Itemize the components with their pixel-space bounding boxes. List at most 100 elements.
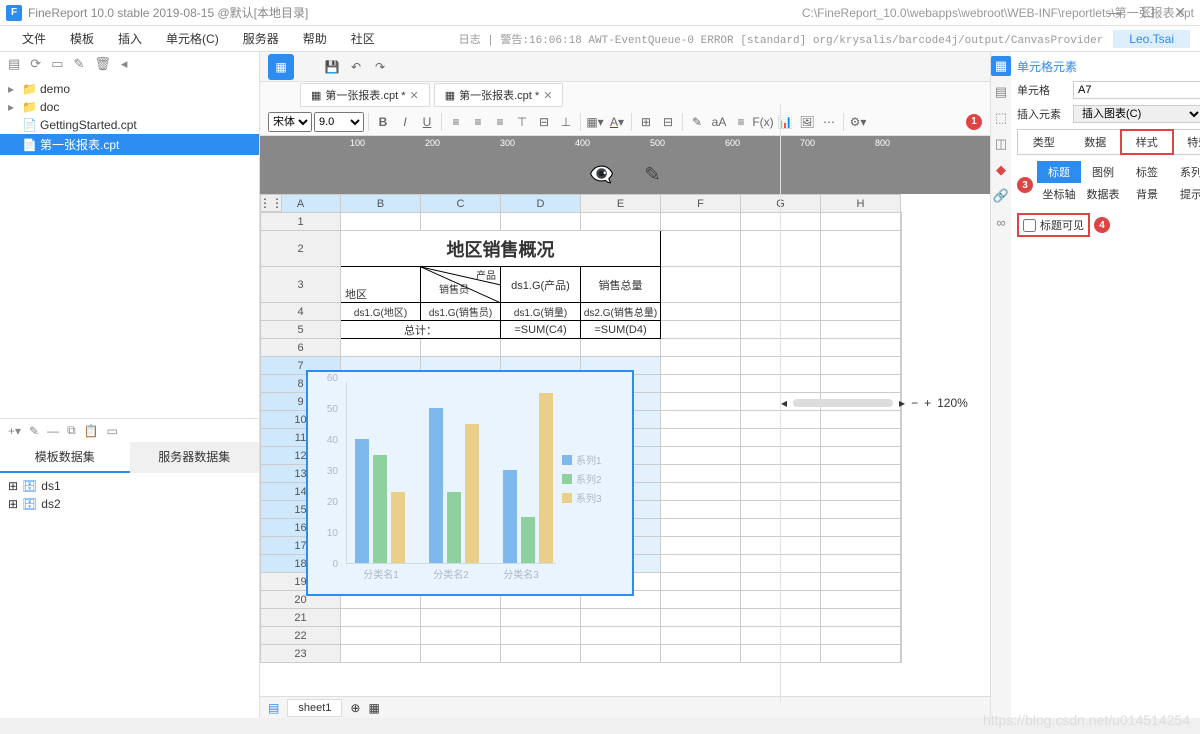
row-header[interactable]: 6 [261,339,341,357]
fontcolor-icon[interactable]: A▾ [607,112,627,132]
row-header[interactable]: 2 [261,231,341,267]
title-visible-row[interactable]: 标题可见 [1017,213,1090,237]
cell[interactable] [661,519,741,537]
cell[interactable] [341,339,421,357]
cell-attr-icon[interactable]: ▤ [991,82,1011,102]
row-header[interactable]: 22 [261,627,341,645]
row-header[interactable]: 5 [261,321,341,339]
hyperlink-icon[interactable]: 🔗 [991,186,1011,206]
zoom-in-icon[interactable]: + [924,396,931,410]
merge-icon[interactable]: ⊞ [636,112,656,132]
cell[interactable]: 销售总量 [581,267,661,303]
cell-element-icon[interactable]: ▦ [991,56,1011,76]
preview-button[interactable]: ▦ [268,54,294,80]
italic-icon[interactable]: I [395,112,415,132]
subtab-axis[interactable]: 坐标轴 [1037,183,1081,205]
cell[interactable] [421,339,501,357]
cell[interactable] [501,627,581,645]
close-icon[interactable]: ✕ [1174,4,1186,21]
cell[interactable] [661,609,741,627]
scroll-right-icon[interactable]: ▸ [899,396,905,410]
redo-icon[interactable]: ↷ [370,57,390,77]
align-center-icon[interactable]: ≡ [468,112,488,132]
tab-close-icon[interactable]: ✕ [543,89,552,102]
cell[interactable] [341,213,421,231]
cell[interactable] [661,465,741,483]
cell[interactable] [661,645,741,663]
scrollbar[interactable] [793,399,893,407]
cell[interactable] [421,645,501,663]
undo-icon[interactable]: ↶ [346,57,366,77]
bold-icon[interactable]: B [373,112,393,132]
new-file-icon[interactable]: ▤ [8,56,20,72]
cell[interactable] [661,573,741,591]
cell[interactable]: ds1.G(销量) [501,303,581,321]
font-select[interactable]: 宋体 [268,112,312,132]
delete-icon[interactable]: 🗑 [94,56,111,72]
cell[interactable] [661,267,741,303]
copy-dataset-icon[interactable]: ⧉ [67,423,76,438]
cell[interactable]: =SUM(C4) [501,321,581,339]
fontsize-select[interactable]: 9.0 [314,112,364,132]
text-icon[interactable]: aA [709,112,729,132]
menu-help[interactable]: 帮助 [291,30,339,47]
row-header[interactable]: 21 [261,609,341,627]
cell-input[interactable] [1073,81,1200,99]
rename-icon[interactable]: ✎ [74,56,85,72]
cell[interactable] [341,609,421,627]
cell[interactable]: 产品销售员 [421,267,501,303]
float-icon[interactable]: ⬚ [991,108,1011,128]
subtab-title[interactable]: 标题 [1037,161,1081,183]
cell[interactable] [661,537,741,555]
cell[interactable] [661,231,741,267]
dataset-more-icon[interactable]: ▭ [107,424,118,438]
align-top-icon[interactable]: ⊤ [512,112,532,132]
edit-dataset-icon[interactable]: ✎ [29,424,39,438]
cell[interactable] [661,429,741,447]
title-cell[interactable]: 地区销售概况 [341,231,661,267]
tree-node-doc[interactable]: ▸📁doc [0,98,259,116]
cell[interactable] [661,375,741,393]
user-badge[interactable]: Leo.Tsai [1113,30,1190,48]
tree-node-gettingstarted[interactable]: 📄GettingStarted.cpt [0,116,259,134]
style-icon[interactable]: ≡ [731,112,751,132]
cell[interactable] [661,321,741,339]
cell[interactable]: =SUM(D4) [581,321,661,339]
cell[interactable] [661,339,741,357]
subtab-legend[interactable]: 图例 [1081,161,1125,183]
save-icon[interactable]: 💾 [322,57,342,77]
cell[interactable] [421,609,501,627]
insert-select[interactable]: 插入图表(C) [1073,105,1200,123]
cell[interactable]: ds2.G(销售总量) [581,303,661,321]
cell[interactable]: 总计： [341,321,501,339]
menu-file[interactable]: 文件 [10,30,58,47]
subtab-datatable[interactable]: 数据表 [1081,183,1125,205]
subtab-tooltip[interactable]: 提示 [1169,183,1200,205]
add-dataset-icon[interactable]: +▾ [8,424,21,438]
tree-node-demo[interactable]: ▸📁demo [0,80,259,98]
menu-insert[interactable]: 插入 [106,30,154,47]
scroll-left-icon[interactable]: ◂ [781,396,787,410]
refresh-icon[interactable]: ⟳ [30,56,41,72]
prop-tab-effect[interactable]: 特效 [1173,130,1200,154]
cell[interactable]: 地区 [341,267,421,303]
maximize-icon[interactable]: ☐ [1142,4,1155,21]
prop-tab-data[interactable]: 数据 [1070,130,1122,154]
minimize-icon[interactable]: — [1108,4,1122,21]
menu-server[interactable]: 服务器 [231,30,291,47]
tree-node-report1[interactable]: 📄第一张报表.cpt [0,134,259,155]
row-header[interactable]: 1 [261,213,341,231]
cell[interactable] [661,591,741,609]
dataset-item[interactable]: ⊞🗄ds2 [8,495,251,513]
cell[interactable] [581,645,661,663]
prop-tab-style[interactable]: 样式 [1121,130,1173,154]
cell[interactable] [661,411,741,429]
unmerge-icon[interactable]: ⊟ [658,112,678,132]
widget-icon[interactable]: ◫ [991,134,1011,154]
cell[interactable]: ds1.G(销售员) [421,303,501,321]
menu-cell[interactable]: 单元格(C) [154,30,231,47]
function-icon[interactable]: F(x) [753,112,773,132]
tab-server-dataset[interactable]: 服务器数据集 [130,442,260,473]
cell[interactable] [501,213,581,231]
cell[interactable] [661,501,741,519]
